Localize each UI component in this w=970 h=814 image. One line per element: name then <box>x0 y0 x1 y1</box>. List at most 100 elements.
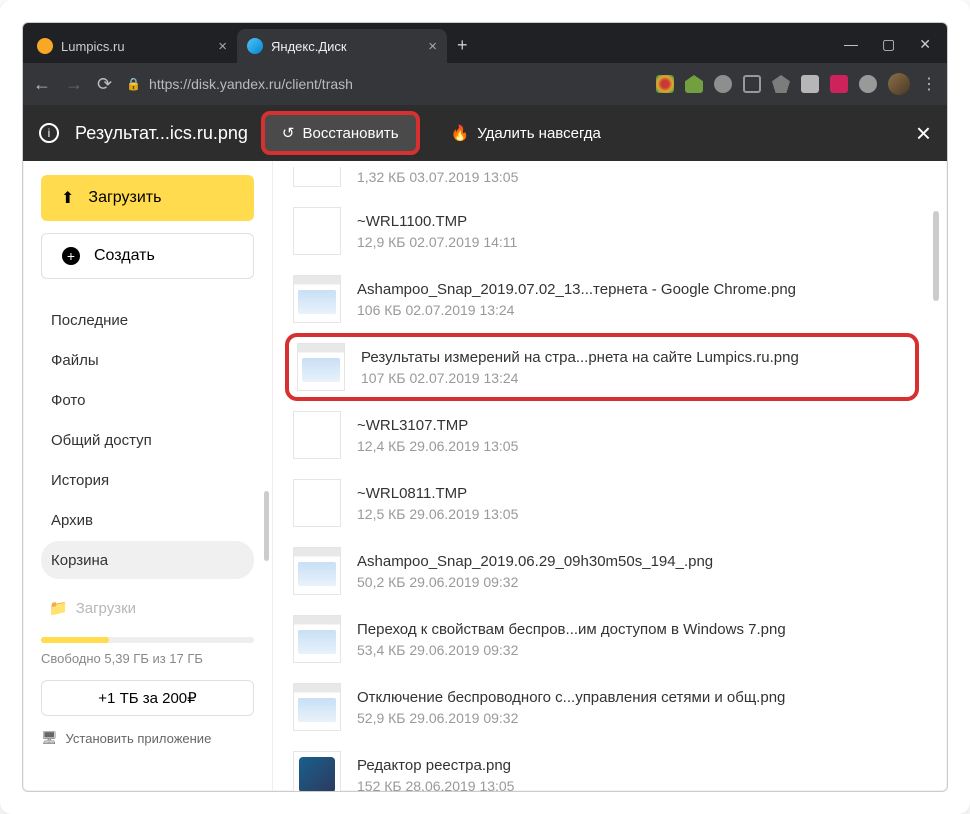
sidebar-item-files[interactable]: Файлы <box>41 341 254 379</box>
sidebar-item-recent[interactable]: Последние <box>41 301 254 339</box>
file-row[interactable]: 1,32 КБ 03.07.2019 13:05 <box>285 167 919 197</box>
upload-label: Загрузить <box>88 189 161 207</box>
minimize-button[interactable]: — <box>844 36 858 53</box>
sidebar-item-shared[interactable]: Общий доступ <box>41 421 254 459</box>
file-info: 1,32 КБ 03.07.2019 13:05 <box>357 169 518 185</box>
forward-button[interactable]: → <box>65 74 83 95</box>
file-action-bar: i Результат...ics.ru.png ↺ Восстановить … <box>23 105 947 161</box>
back-button[interactable]: ← <box>33 74 51 95</box>
lock-icon: 🔒 <box>126 77 141 91</box>
new-tab-button[interactable]: + <box>457 35 468 56</box>
file-row[interactable]: Отключение беспроводного с...управления … <box>285 673 919 741</box>
file-list: 1,32 КБ 03.07.2019 13:05 ~WRL1100.TMP12,9… <box>273 161 947 791</box>
close-icon[interactable]: × <box>218 38 227 55</box>
info-icon[interactable]: i <box>39 123 59 143</box>
file-row[interactable]: ~WRL0811.TMP12,5 КБ 29.06.2019 13:05 <box>285 469 919 537</box>
sidebar-item-archive[interactable]: Архив <box>41 501 254 539</box>
registry-icon <box>299 757 335 791</box>
delete-forever-button[interactable]: 🔥 Удалить навсегда <box>433 114 619 152</box>
sidebar-item-history[interactable]: История <box>41 461 254 499</box>
storage-upsell-button[interactable]: +1 ТБ за 200₽ <box>41 680 254 716</box>
file-name: Редактор реестра.png <box>357 757 514 774</box>
sidebar-nav: Последние Файлы Фото Общий доступ Истори… <box>41 301 254 579</box>
restore-button[interactable]: ↺ Восстановить <box>264 114 417 152</box>
address-bar: ← → ⟳ 🔒 https://disk.yandex.ru/client/tr… <box>23 63 947 105</box>
url-input[interactable]: 🔒 https://disk.yandex.ru/client/trash <box>126 76 642 92</box>
file-row[interactable]: Ashampoo_Snap_2019.06.29_09h30m50s_194_.… <box>285 537 919 605</box>
file-row[interactable]: Ashampoo_Snap_2019.07.02_13...тернета - … <box>285 265 919 333</box>
file-row[interactable]: Переход к свойствам беспров...им доступо… <box>285 605 919 673</box>
file-meta: 12,9 КБ 02.07.2019 14:11 <box>357 234 517 250</box>
sidebar-item-label: История <box>51 472 109 489</box>
tab-title: Lumpics.ru <box>61 39 125 54</box>
flame-icon: 🔥 <box>451 124 470 142</box>
file-thumbnail <box>293 167 341 187</box>
file-meta: 52,9 КБ 29.06.2019 09:32 <box>357 710 785 726</box>
ext-icon[interactable] <box>714 75 732 93</box>
extension-icons: ⋮ <box>656 73 937 95</box>
sidebar-item-label: Фото <box>51 392 85 409</box>
monitor-icon: 🖥 <box>41 730 58 746</box>
file-info: Ashampoo_Snap_2019.07.02_13...тернета - … <box>357 281 796 318</box>
file-thumbnail <box>293 479 341 527</box>
file-row[interactable]: Результаты измерений на стра...рнета на … <box>285 333 919 401</box>
file-info: Результаты измерений на стра...рнета на … <box>361 349 799 386</box>
restore-label: Восстановить <box>303 125 399 142</box>
ext-icon[interactable] <box>801 75 819 93</box>
sidebar-item-label: Файлы <box>51 352 99 369</box>
url-text: https://disk.yandex.ru/client/trash <box>149 76 353 92</box>
file-info: ~WRL3107.TMP12,4 КБ 29.06.2019 13:05 <box>357 417 518 454</box>
scrollbar[interactable] <box>264 491 269 561</box>
scrollbar[interactable] <box>933 211 939 301</box>
create-button[interactable]: + Создать <box>41 233 254 279</box>
maximize-button[interactable]: ▢ <box>882 36 895 53</box>
file-thumbnail <box>297 343 345 391</box>
sidebar-item-label: Последние <box>51 312 128 329</box>
file-meta: 1,32 КБ 03.07.2019 13:05 <box>357 169 518 185</box>
sidebar-item-photo[interactable]: Фото <box>41 381 254 419</box>
install-label: Установить приложение <box>66 731 212 746</box>
file-meta: 12,4 КБ 29.06.2019 13:05 <box>357 438 518 454</box>
file-thumbnail <box>293 683 341 731</box>
file-info: Переход к свойствам беспров...им доступо… <box>357 621 786 658</box>
file-name: Отключение беспроводного с...управления … <box>357 689 785 706</box>
ext-icon[interactable] <box>772 75 790 93</box>
ext-icon[interactable] <box>685 75 703 93</box>
tab-yandex-disk[interactable]: Яндекс.Диск × <box>237 29 447 63</box>
file-row[interactable]: ~WRL1100.TMP12,9 КБ 02.07.2019 14:11 <box>285 197 919 265</box>
file-thumbnail <box>293 615 341 663</box>
sidebar-item-trash[interactable]: Корзина <box>41 541 254 579</box>
restore-icon: ↺ <box>282 124 295 142</box>
file-name: Ashampoo_Snap_2019.07.02_13...тернета - … <box>357 281 796 298</box>
selected-file-title: Результат...ics.ru.png <box>75 123 248 144</box>
ext-icon[interactable] <box>859 75 877 93</box>
ext-icon[interactable] <box>743 75 761 93</box>
file-info: Ashampoo_Snap_2019.06.29_09h30m50s_194_.… <box>357 553 713 590</box>
close-icon[interactable]: × <box>428 38 437 55</box>
file-thumbnail <box>293 207 341 255</box>
sidebar-item-label: Общий доступ <box>51 432 152 449</box>
file-thumbnail <box>293 547 341 595</box>
close-action-bar[interactable]: × <box>916 118 931 149</box>
file-thumbnail <box>293 751 341 791</box>
upload-button[interactable]: ⬆ Загрузить <box>41 175 254 221</box>
file-row[interactable]: ~WRL3107.TMP12,4 КБ 29.06.2019 13:05 <box>285 401 919 469</box>
install-app-link[interactable]: 🖥 Установить приложение <box>41 730 254 746</box>
window-controls: — ▢ ✕ <box>844 36 931 53</box>
ext-icon[interactable] <box>656 75 674 93</box>
sidebar-item-label: Архив <box>51 512 93 529</box>
ext-icon[interactable] <box>830 75 848 93</box>
plus-icon: + <box>62 247 80 265</box>
file-row[interactable]: Редактор реестра.png152 КБ 28.06.2019 13… <box>285 741 919 791</box>
profile-avatar[interactable] <box>888 73 910 95</box>
sidebar-item-label: Корзина <box>51 552 108 569</box>
tab-lumpics[interactable]: Lumpics.ru × <box>27 29 237 63</box>
close-window-button[interactable]: ✕ <box>919 36 931 53</box>
storage-text: Свободно 5,39 ГБ из 17 ГБ <box>41 651 254 666</box>
sidebar-folder-downloads[interactable]: 📁 Загрузки <box>41 599 254 617</box>
reload-button[interactable]: ⟳ <box>97 74 112 95</box>
file-info: ~WRL0811.TMP12,5 КБ 29.06.2019 13:05 <box>357 485 518 522</box>
browser-menu-button[interactable]: ⋮ <box>921 74 937 94</box>
file-meta: 53,4 КБ 29.06.2019 09:32 <box>357 642 786 658</box>
file-name: ~WRL0811.TMP <box>357 485 518 502</box>
